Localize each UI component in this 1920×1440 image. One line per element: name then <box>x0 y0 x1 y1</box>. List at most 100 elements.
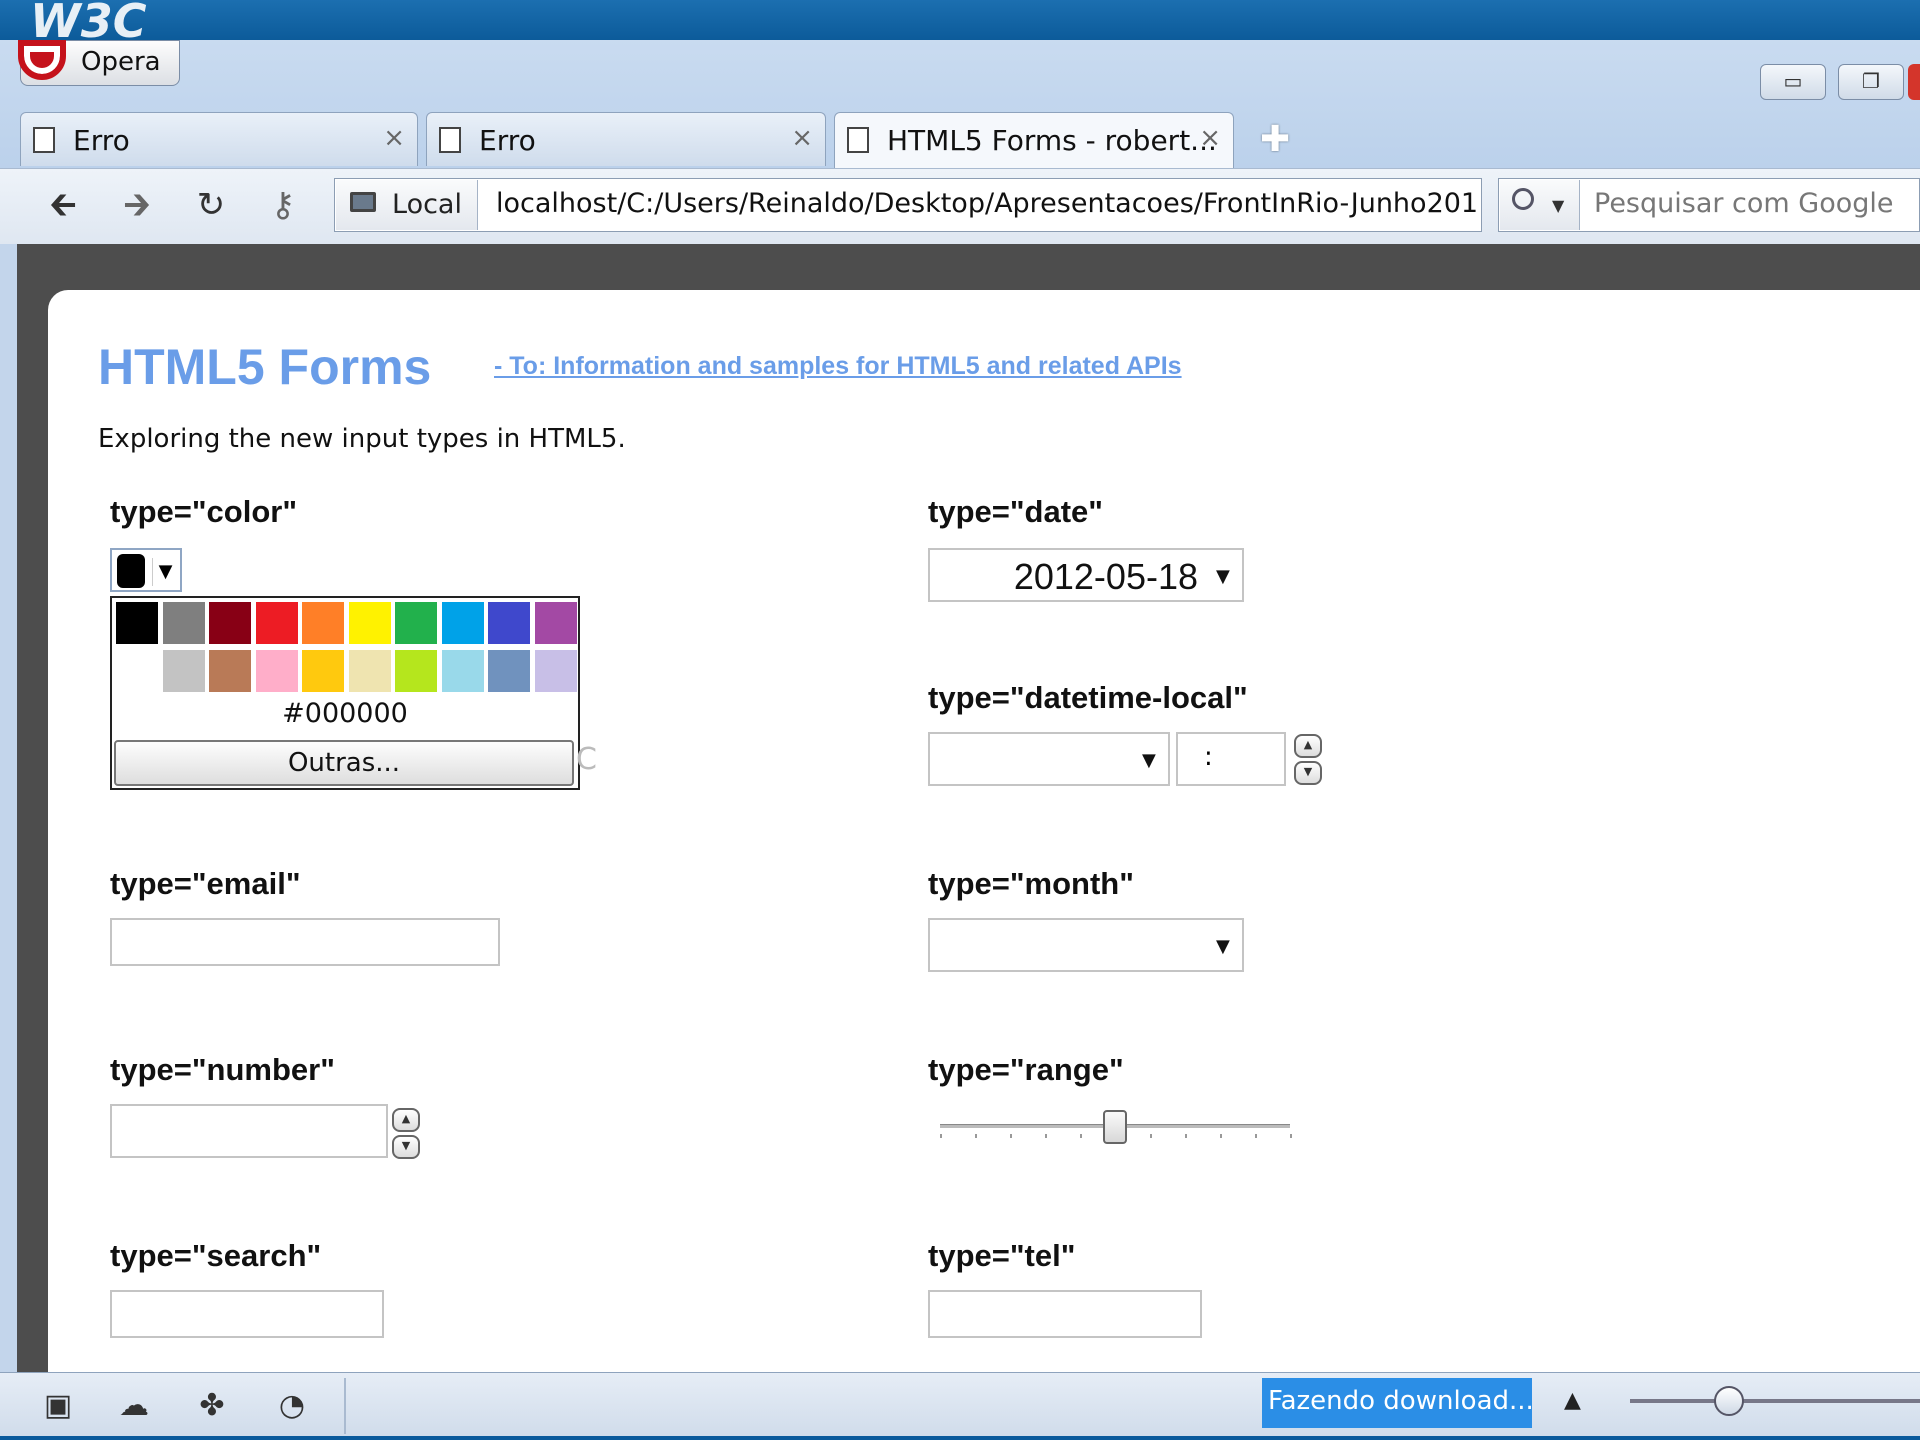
cloud-icon[interactable]: ☁ <box>112 1384 156 1428</box>
time-stepper[interactable]: ▲ ▼ <box>1294 734 1322 785</box>
panel-edge <box>0 244 17 1372</box>
range-tick <box>1080 1134 1082 1138</box>
step-down-icon[interactable]: ▼ <box>1294 761 1322 785</box>
window-titlebar <box>0 0 1920 42</box>
search-icon <box>1512 188 1534 210</box>
color-swatch[interactable] <box>348 602 391 644</box>
color-swatch[interactable] <box>534 650 577 692</box>
color-swatch[interactable] <box>209 602 251 644</box>
number-label: type="number" <box>110 1052 335 1087</box>
color-swatch[interactable] <box>209 650 251 692</box>
tab-erro-1[interactable]: Erro × <box>20 112 418 166</box>
month-input[interactable] <box>928 918 1244 972</box>
monitor-icon <box>350 192 376 212</box>
range-label: type="range" <box>928 1052 1124 1087</box>
step-down-icon[interactable]: ▼ <box>392 1135 420 1159</box>
number-input[interactable] <box>110 1104 388 1158</box>
tel-input[interactable] <box>928 1290 1202 1338</box>
color-swatch[interactable] <box>302 650 344 692</box>
date-value: 2012-05-18 <box>1013 556 1198 597</box>
color-swatch[interactable] <box>114 600 160 646</box>
intro-text: Exploring the new input types in HTML5. <box>98 424 626 454</box>
email-field[interactable] <box>110 918 500 966</box>
tab-label: Erro <box>73 124 130 157</box>
zoom-slider-track[interactable] <box>1630 1399 1920 1403</box>
date-label: type="date" <box>928 494 1103 529</box>
badge-label: Local <box>392 189 462 220</box>
range-tick <box>1255 1134 1257 1138</box>
hidden-text-fragment: C <box>576 742 597 777</box>
page-icon <box>847 127 869 153</box>
chevron-down-icon[interactable]: ▼ <box>1142 750 1156 771</box>
back-button[interactable]: 🡰 <box>38 180 88 230</box>
quantity-stepper[interactable]: ▲ ▼ <box>392 1108 420 1159</box>
speed-dial-icon[interactable]: ◔ <box>270 1384 314 1428</box>
page-title: HTML5 Forms <box>98 339 432 395</box>
selected-hex-value: #000000 <box>282 698 408 729</box>
panel-icon[interactable]: ▣ <box>36 1384 80 1428</box>
color-swatch[interactable] <box>162 650 205 692</box>
key-icon[interactable]: ⚷ <box>258 180 308 230</box>
close-window-button[interactable] <box>1908 64 1920 100</box>
opera-menu-label: Opera <box>81 47 161 77</box>
chevron-down-icon: ▼ <box>1552 196 1565 215</box>
current-color-swatch <box>117 554 145 588</box>
tab-label: Erro <box>479 124 536 157</box>
unite-icon[interactable]: ✤ <box>190 1384 234 1428</box>
color-swatch[interactable] <box>395 602 437 644</box>
reload-button[interactable]: ↻ <box>186 180 236 230</box>
color-swatch[interactable] <box>348 650 391 692</box>
color-label: type="color" <box>110 494 298 529</box>
color-swatch[interactable] <box>441 602 484 644</box>
step-up-icon[interactable]: ▲ <box>1294 734 1322 758</box>
range-tick <box>1010 1134 1012 1138</box>
datetime-local-label: type="datetime-local" <box>928 680 1248 715</box>
tab-close-icon[interactable]: × <box>791 123 813 153</box>
color-swatch[interactable] <box>488 602 530 644</box>
tab-html5-forms[interactable]: HTML5 Forms - robert... × <box>834 112 1234 168</box>
search-input[interactable]: Pesquisar com Google <box>1594 188 1914 219</box>
step-up-icon[interactable]: ▲ <box>392 1108 420 1132</box>
tab-erro-2[interactable]: Erro × <box>426 112 826 166</box>
color-swatch[interactable] <box>162 602 205 644</box>
datetime-time-input[interactable]: : <box>1176 732 1286 786</box>
email-label: type="email" <box>110 866 301 901</box>
chevron-up-icon[interactable]: ▲ <box>1564 1388 1581 1413</box>
maximize-button[interactable]: ❐ <box>1838 64 1904 100</box>
back-to-index-link[interactable]: - To: Information and samples for HTML5 … <box>494 352 1182 381</box>
color-swatch[interactable] <box>441 650 484 692</box>
month-label: type="month" <box>928 866 1134 901</box>
tab-close-icon[interactable]: × <box>383 123 405 153</box>
color-swatch[interactable] <box>534 602 577 644</box>
color-swatch[interactable] <box>255 602 298 644</box>
page-icon <box>439 127 461 153</box>
chevron-down-icon[interactable]: ▼ <box>152 558 178 586</box>
forward-button[interactable]: 🡲 <box>112 180 162 230</box>
url-text[interactable]: localhost/C:/Users/Reinaldo/Desktop/Apre… <box>496 188 1480 219</box>
zoom-slider-thumb[interactable] <box>1714 1386 1744 1416</box>
range-tick <box>975 1134 977 1138</box>
download-status[interactable]: Fazendo download... <box>1262 1378 1534 1428</box>
minimize-button[interactable]: ▭ <box>1760 64 1826 100</box>
tab-close-icon[interactable]: × <box>1199 123 1221 153</box>
range-tick <box>1185 1134 1187 1138</box>
date-input[interactable]: 2012-05-18 <box>928 548 1244 602</box>
range-tick <box>1150 1134 1152 1138</box>
search-field-label: type="search" <box>110 1238 322 1273</box>
color-swatch[interactable] <box>395 650 437 692</box>
color-swatch[interactable] <box>255 650 298 692</box>
other-colors-button[interactable]: Outras... <box>114 740 574 786</box>
divider <box>344 1378 346 1434</box>
window-bottom-edge <box>0 1436 1920 1440</box>
color-swatch[interactable] <box>302 602 344 644</box>
chevron-down-icon[interactable]: ▼ <box>1216 936 1230 957</box>
search-engine-button[interactable] <box>1500 180 1580 230</box>
search-type-input[interactable] <box>110 1290 384 1338</box>
new-tab-icon[interactable]: ✚ <box>1260 122 1296 160</box>
range-slider-thumb[interactable] <box>1103 1110 1127 1144</box>
color-swatch[interactable] <box>488 650 530 692</box>
range-tick <box>1220 1134 1222 1138</box>
page-icon <box>33 127 55 153</box>
datetime-date-input[interactable] <box>928 732 1170 786</box>
chevron-down-icon[interactable]: ▼ <box>1216 566 1230 587</box>
